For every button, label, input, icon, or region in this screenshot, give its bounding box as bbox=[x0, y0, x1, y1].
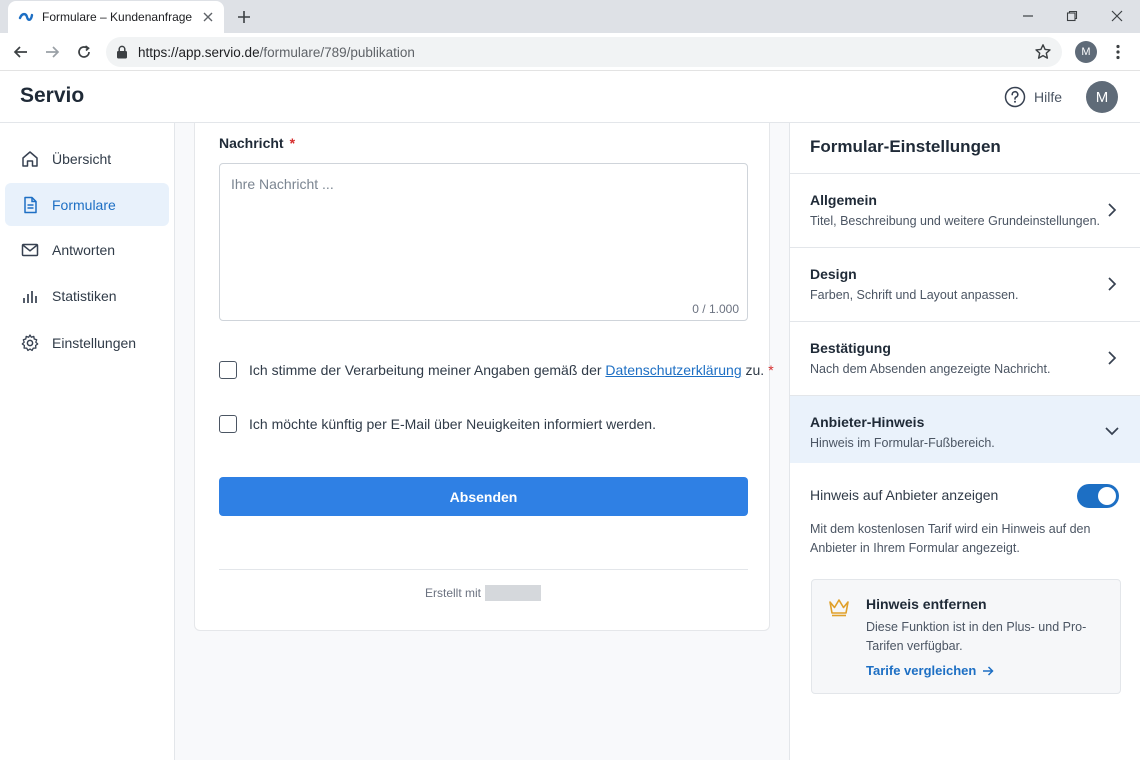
crown-icon bbox=[827, 596, 851, 618]
sidebar-item-label: Statistiken bbox=[52, 287, 117, 304]
panel-title: Formular-Einstellungen bbox=[810, 137, 1001, 156]
section-title: Allgemein bbox=[810, 192, 877, 208]
url-text: https://app.servio.de/formulare/789/publ… bbox=[138, 44, 415, 60]
main-content: Nachricht * Ihre Nachricht ... 0 / 1.000 … bbox=[175, 123, 789, 760]
footer-divider bbox=[219, 569, 748, 570]
minimize-icon[interactable] bbox=[1017, 6, 1039, 26]
form-preview-card: Nachricht * Ihre Nachricht ... 0 / 1.000 … bbox=[194, 123, 774, 631]
section-title: Bestätigung bbox=[810, 340, 891, 356]
browser-toolbar: https://app.servio.de/formulare/789/publ… bbox=[0, 33, 1140, 71]
message-placeholder: Ihre Nachricht ... bbox=[231, 176, 334, 192]
required-mark: * bbox=[768, 362, 774, 378]
close-window-icon[interactable] bbox=[1106, 6, 1128, 26]
sidebar-item-label: Einstellungen bbox=[52, 334, 137, 351]
newsletter-text: Ich möchte künftig per E-Mail über Neuig… bbox=[249, 416, 656, 432]
char-counter: 0 / 1.000 bbox=[692, 302, 739, 316]
provider-footer: Erstellt mit bbox=[195, 585, 771, 601]
bookmark-star-icon[interactable] bbox=[1034, 43, 1052, 61]
home-icon bbox=[20, 149, 40, 169]
user-avatar[interactable]: M bbox=[1086, 81, 1118, 113]
new-tab-icon[interactable] bbox=[234, 7, 254, 27]
provider-notice-toggle[interactable] bbox=[1077, 484, 1119, 508]
section-description: Farben, Schrift und Layout anpassen. bbox=[810, 288, 1019, 302]
sidebar-item-uebersicht[interactable]: Übersicht bbox=[5, 137, 169, 180]
chevron-right-icon bbox=[1104, 276, 1120, 292]
help-button[interactable]: Hilfe bbox=[1004, 86, 1062, 108]
sidebar-item-statistiken[interactable]: Statistiken bbox=[5, 274, 169, 317]
close-tab-icon[interactable] bbox=[200, 9, 216, 25]
consent-checkbox[interactable] bbox=[219, 361, 237, 379]
upgrade-box: Hinweis entfernen Diese Funktion ist in … bbox=[811, 579, 1121, 694]
browser-tab[interactable]: Formulare – Kundenanfrage bbox=[8, 1, 224, 33]
provider-notice-toggle-row: Hinweis auf Anbieter anzeigen bbox=[810, 484, 1120, 508]
sidebar-item-label: Antworten bbox=[52, 241, 116, 258]
section-allgemein[interactable]: Allgemein Titel, Beschreibung und weiter… bbox=[790, 173, 1140, 247]
address-bar[interactable]: https://app.servio.de/formulare/789/publ… bbox=[106, 37, 1062, 67]
lock-icon bbox=[116, 45, 130, 59]
sidebar: Übersicht Formulare Antworten Statistike… bbox=[0, 123, 175, 760]
toggle-knob bbox=[1098, 487, 1116, 505]
help-label: Hilfe bbox=[1034, 89, 1063, 105]
browser-profile-avatar[interactable]: M bbox=[1075, 41, 1097, 63]
section-description: Titel, Beschreibung und weitere Grundein… bbox=[810, 214, 1100, 228]
chevron-right-icon bbox=[1104, 350, 1120, 366]
sidebar-item-formulare[interactable]: Formulare bbox=[5, 183, 169, 226]
back-icon[interactable] bbox=[9, 40, 33, 64]
sidebar-item-label: Übersicht bbox=[52, 150, 112, 167]
sidebar-item-label: Formulare bbox=[52, 196, 116, 213]
message-textarea[interactable]: Ihre Nachricht ... 0 / 1.000 bbox=[219, 163, 748, 321]
chevron-right-icon bbox=[1104, 202, 1120, 218]
section-bestaetigung[interactable]: Bestätigung Nach dem Absenden angezeigte… bbox=[790, 321, 1140, 395]
provider-logo bbox=[485, 585, 541, 601]
newsletter-row: Ich möchte künftig per E-Mail über Neuig… bbox=[219, 415, 656, 433]
browser-tab-bar: Formulare – Kundenanfrage bbox=[0, 0, 1140, 33]
brand-logo[interactable]: Servio bbox=[20, 84, 84, 108]
mail-icon bbox=[20, 240, 40, 260]
consent-row: Ich stimme der Verarbeitung meiner Angab… bbox=[219, 361, 774, 379]
section-title: Anbieter-Hinweis bbox=[810, 414, 925, 430]
upgrade-description: Diese Funktion ist in den Plus- und Pro-… bbox=[866, 620, 1087, 653]
section-anbieter-hinweis[interactable]: Anbieter-Hinweis Hinweis im Formular-Fuß… bbox=[790, 395, 1140, 463]
app-header: Servio Hilfe M bbox=[0, 72, 1140, 123]
sidebar-item-einstellungen[interactable]: Einstellungen bbox=[5, 321, 169, 364]
consent-text: Ich stimme der Verarbeitung meiner Angab… bbox=[249, 362, 774, 378]
bar-chart-icon bbox=[20, 286, 40, 306]
compare-plans-link[interactable]: Tarife vergleichen bbox=[866, 663, 994, 678]
arrow-right-icon bbox=[982, 665, 994, 677]
privacy-policy-link[interactable]: Datenschutzerklärung bbox=[605, 362, 741, 378]
help-icon bbox=[1004, 86, 1026, 108]
message-label: Nachricht * bbox=[219, 135, 296, 151]
made-with-label: Erstellt mit bbox=[424, 586, 481, 600]
section-design[interactable]: Design Farben, Schrift und Layout anpass… bbox=[790, 247, 1140, 321]
document-icon bbox=[20, 195, 40, 215]
sidebar-item-antworten[interactable]: Antworten bbox=[5, 228, 169, 271]
tab-title: Formulare – Kundenanfrage bbox=[42, 10, 193, 24]
forward-icon[interactable] bbox=[40, 40, 64, 64]
toggle-label: Hinweis auf Anbieter anzeigen bbox=[810, 487, 999, 503]
submit-button[interactable]: Absenden bbox=[219, 477, 748, 516]
restore-icon[interactable] bbox=[1061, 6, 1083, 26]
browser-menu-icon[interactable] bbox=[1108, 41, 1128, 63]
gear-icon bbox=[20, 333, 40, 353]
settings-panel: Formular-Einstellungen Allgemein Titel, … bbox=[789, 123, 1140, 760]
chevron-down-icon bbox=[1104, 423, 1120, 439]
reload-icon[interactable] bbox=[72, 40, 96, 64]
section-title: Design bbox=[810, 266, 857, 282]
free-plan-info: Mit dem kostenlosen Tarif wird ein Hinwe… bbox=[810, 522, 1091, 555]
upgrade-title: Hinweis entfernen bbox=[866, 596, 987, 612]
favicon-icon bbox=[18, 9, 34, 25]
compare-plans-label: Tarife vergleichen bbox=[866, 663, 977, 678]
newsletter-checkbox[interactable] bbox=[219, 415, 237, 433]
required-mark: * bbox=[289, 135, 296, 151]
section-description: Hinweis im Formular-Fußbereich. bbox=[810, 436, 995, 450]
section-description: Nach dem Absenden angezeigte Nachricht. bbox=[810, 362, 1051, 376]
